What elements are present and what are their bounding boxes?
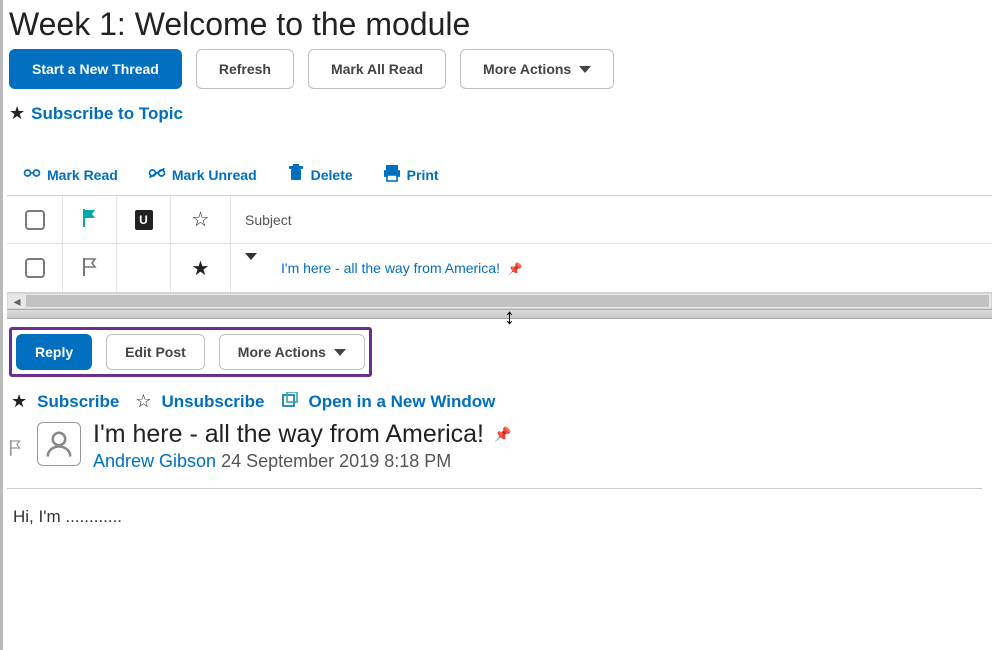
open-new-window-link[interactable]: Open in a New Window [308, 392, 495, 412]
post-action-highlight: Reply Edit Post More Actions [9, 327, 372, 377]
new-window-icon [282, 392, 298, 411]
mark-all-read-button[interactable]: Mark All Read [308, 49, 446, 89]
print-link[interactable]: Print [383, 164, 439, 185]
threads-table: U ☆ Subject ★ [7, 195, 992, 293]
mark-read-label: Mark Read [47, 167, 118, 183]
delete-link[interactable]: Delete [287, 164, 353, 185]
printer-icon [383, 164, 401, 185]
post-header: I'm here - all the way from America! 📌 A… [7, 420, 1000, 482]
print-label: Print [407, 167, 439, 183]
chevron-down-icon [579, 66, 591, 73]
post-more-actions-label: More Actions [238, 344, 326, 360]
table-header-row: U ☆ Subject [7, 196, 992, 244]
header-subject-cell: Subject [231, 196, 992, 243]
expand-caret-icon[interactable] [245, 260, 257, 276]
header-star-cell[interactable]: ☆ [171, 196, 231, 243]
table-row: ★ I'm here - all the way from America! 📌 [7, 244, 992, 292]
unsubscribe-link[interactable]: Unsubscribe [161, 392, 264, 412]
reply-button[interactable]: Reply [16, 334, 92, 370]
post-more-actions-button[interactable]: More Actions [219, 334, 365, 370]
star-outline-icon: ☆ [135, 391, 151, 412]
header-attachment-cell[interactable]: U [117, 196, 171, 243]
select-all-checkbox[interactable] [25, 210, 45, 230]
refresh-button[interactable]: Refresh [196, 49, 294, 89]
post-author-link[interactable]: Andrew Gibson [93, 451, 216, 471]
subscribe-to-topic-link[interactable]: Subscribe to Topic [31, 104, 183, 124]
more-actions-button[interactable]: More Actions [460, 49, 614, 89]
row-attach-cell [117, 244, 171, 292]
more-actions-label: More Actions [483, 61, 571, 77]
pin-icon: 📌 [494, 426, 511, 443]
star-solid-icon: ★ [9, 103, 25, 124]
row-checkbox[interactable] [25, 258, 45, 278]
post-meta: Andrew Gibson 24 September 2019 8:18 PM [93, 451, 511, 472]
top-action-bar: Start a New Thread Refresh Mark All Read… [9, 49, 1000, 89]
row-star-cell[interactable]: ★ [171, 244, 231, 292]
page-title: Week 1: Welcome to the module [9, 6, 1000, 43]
star-solid-icon: ★ [11, 391, 27, 412]
thread-subject-link[interactable]: I'm here - all the way from America! [281, 260, 500, 276]
scroll-left-arrow-icon[interactable]: ◂ [10, 295, 24, 307]
horizontal-scrollbar[interactable]: ◂ [7, 293, 992, 309]
flag-icon [82, 209, 98, 230]
start-new-thread-button[interactable]: Start a New Thread [9, 49, 182, 89]
flag-outline-icon [82, 258, 98, 279]
glasses-strike-icon [148, 164, 166, 185]
post-flag-toggle[interactable] [7, 420, 25, 456]
divider [7, 488, 982, 489]
mark-read-link[interactable]: Mark Read [23, 164, 118, 185]
row-checkbox-cell [7, 244, 63, 292]
glasses-icon [23, 164, 41, 185]
row-subject-cell: I'm here - all the way from America! 📌 [231, 244, 992, 292]
edit-post-button[interactable]: Edit Post [106, 334, 205, 370]
attachment-icon: U [135, 210, 153, 230]
post-title-text: I'm here - all the way from America! [93, 420, 484, 449]
post-link-row: ★ Subscribe ☆ Unsubscribe Open in a New … [11, 391, 1000, 412]
post-title: I'm here - all the way from America! 📌 [93, 420, 511, 449]
subscribe-topic-row: ★ Subscribe to Topic [9, 103, 1000, 124]
thread-toolbar: Mark Read Mark Unread Delete Print [23, 164, 1000, 185]
post-body: Hi, I'm ............ [13, 507, 1000, 527]
pin-icon: 📌 [508, 262, 523, 276]
trash-icon [287, 164, 305, 185]
row-flag-cell[interactable] [63, 244, 117, 292]
header-flag-cell[interactable] [63, 196, 117, 243]
pane-resize-handle[interactable]: ↕ [7, 309, 992, 319]
mark-unread-link[interactable]: Mark Unread [148, 164, 257, 185]
star-solid-icon: ★ [192, 256, 210, 281]
star-outline-icon: ☆ [192, 207, 210, 232]
chevron-down-icon [334, 349, 346, 356]
post-timestamp: 24 September 2019 8:18 PM [221, 451, 451, 471]
delete-label: Delete [311, 167, 353, 183]
subscribe-link[interactable]: Subscribe [37, 392, 119, 412]
avatar [37, 422, 81, 466]
header-checkbox-cell [7, 196, 63, 243]
resize-cursor-icon: ↕ [504, 304, 515, 330]
mark-unread-label: Mark Unread [172, 167, 257, 183]
